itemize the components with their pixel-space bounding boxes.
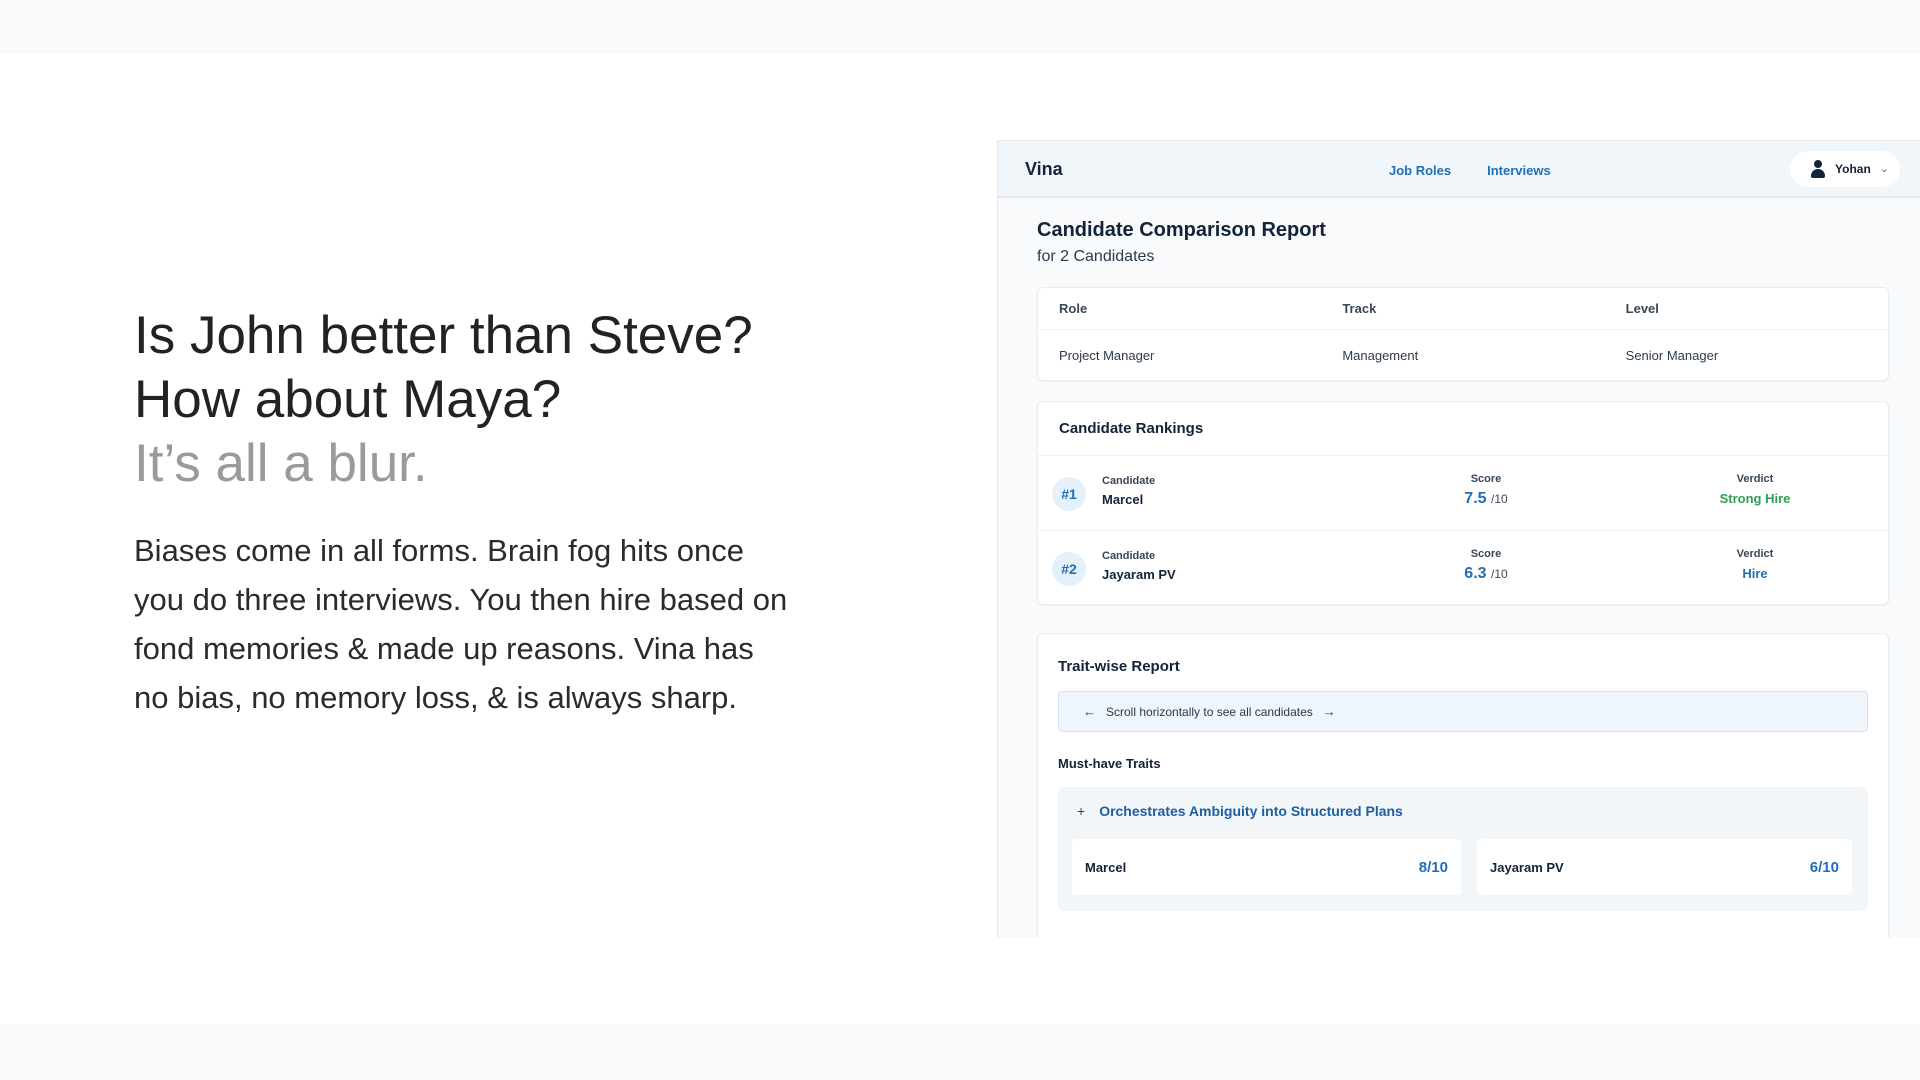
trait-score-card: Marcel 8/10 bbox=[1072, 839, 1461, 895]
level-value: Senior Manager bbox=[1625, 347, 1719, 363]
verdict-label: Verdict bbox=[1736, 473, 1774, 485]
track-value: Management bbox=[1342, 347, 1419, 363]
ranking-row[interactable]: #2 Candidate Jayaram PV Score 6.3 /10 Ve… bbox=[1038, 531, 1888, 606]
report-subtitle: for 2 Candidates bbox=[1037, 248, 1155, 265]
score-value: 7.5 bbox=[1464, 490, 1487, 507]
candidate-label: Candidate bbox=[1102, 550, 1156, 562]
candidate-label: Candidate bbox=[1102, 475, 1156, 487]
header-track: Track bbox=[1342, 301, 1377, 316]
brand-logo[interactable]: Vina bbox=[1025, 159, 1063, 180]
headline-line-1: Is John better than Steve? bbox=[134, 306, 753, 365]
top-nav: Vina Job Roles Interviews Yohan ⌄ bbox=[998, 141, 1920, 198]
nav-link-job-roles[interactable]: Job Roles bbox=[1389, 163, 1451, 178]
nav-links: Job Roles Interviews bbox=[1389, 163, 1551, 178]
headline-line-3: It’s all a blur. bbox=[134, 434, 428, 493]
trait-candidate-score: 6/10 bbox=[1809, 858, 1839, 876]
bottom-band bbox=[0, 1024, 1920, 1080]
must-have-traits-title: Must-have Traits bbox=[1058, 756, 1161, 771]
rank-badge: #2 bbox=[1052, 552, 1086, 586]
arrow-right-icon: → bbox=[1322, 704, 1336, 719]
score-label: Score bbox=[1470, 473, 1502, 485]
role-value: Project Manager bbox=[1059, 347, 1155, 363]
report-title: Candidate Comparison Report bbox=[1037, 219, 1326, 241]
score-label: Score bbox=[1470, 548, 1502, 560]
headline: Is John better than Steve? How about May… bbox=[134, 304, 794, 496]
app-screenshot: Vina Job Roles Interviews Yohan ⌄ Candid… bbox=[997, 140, 1920, 938]
verdict-value: Hire bbox=[1742, 566, 1768, 581]
score-value: 6.3 bbox=[1464, 565, 1487, 582]
rankings-title: Candidate Rankings bbox=[1038, 402, 1888, 456]
trait-expand-toggle[interactable]: + Orchestrates Ambiguity into Structured… bbox=[1077, 803, 1403, 819]
role-table-row: Project Manager Management Senior Manage… bbox=[1038, 330, 1888, 380]
rank-badge: #1 bbox=[1052, 477, 1086, 511]
score-out-of: /10 bbox=[1491, 492, 1508, 506]
marketing-copy: Is John better than Steve? How about May… bbox=[134, 304, 794, 722]
chevron-down-icon: ⌄ bbox=[1879, 162, 1889, 175]
candidate-rankings-card: Candidate Rankings #1 Candidate Marcel S… bbox=[1037, 401, 1889, 605]
body-text: Biases come in all forms. Brain fog hits… bbox=[134, 533, 788, 715]
role-table-header: Role Track Level bbox=[1038, 288, 1888, 330]
trait-score-card: Jayaram PV 6/10 bbox=[1477, 839, 1852, 895]
header-role: Role bbox=[1059, 301, 1088, 316]
top-band bbox=[0, 0, 1920, 54]
nav-link-interviews[interactable]: Interviews bbox=[1487, 163, 1551, 178]
verdict-value: Strong Hire bbox=[1719, 491, 1791, 506]
candidate-cell: Candidate Marcel bbox=[1102, 475, 1155, 507]
trait-report-card: Trait-wise Report ← Scroll horizontally … bbox=[1037, 633, 1889, 938]
score-out-of: /10 bbox=[1491, 567, 1508, 581]
trait-item: + Orchestrates Ambiguity into Structured… bbox=[1058, 787, 1868, 911]
user-name: Yohan bbox=[1835, 162, 1871, 176]
report-content: Candidate Comparison Report for 2 Candid… bbox=[1037, 219, 1889, 938]
role-summary-card: Role Track Level Project Manager Managem… bbox=[1037, 287, 1889, 381]
user-menu-button[interactable]: Yohan ⌄ bbox=[1790, 151, 1900, 187]
trait-candidate-score: 8/10 bbox=[1418, 858, 1448, 876]
verdict-cell: Verdict Strong Hire bbox=[1695, 473, 1815, 506]
verdict-label: Verdict bbox=[1736, 548, 1774, 560]
arrow-left-icon: ← bbox=[1083, 704, 1096, 719]
verdict-cell: Verdict Hire bbox=[1695, 548, 1815, 581]
scroll-hint-banner: ← Scroll horizontally to see all candida… bbox=[1058, 691, 1868, 732]
trait-candidate-name: Jayaram PV bbox=[1490, 859, 1564, 875]
candidate-cell: Candidate Jayaram PV bbox=[1102, 550, 1176, 582]
header-level: Level bbox=[1625, 301, 1659, 316]
scroll-hint-text: Scroll horizontally to see all candidate… bbox=[1106, 704, 1313, 719]
trait-name: Orchestrates Ambiguity into Structured P… bbox=[1099, 803, 1403, 819]
user-icon bbox=[1810, 160, 1826, 178]
score-cell: Score 7.5 /10 bbox=[1436, 473, 1536, 508]
trait-report-title: Trait-wise Report bbox=[1058, 658, 1180, 675]
score-cell: Score 6.3 /10 bbox=[1436, 548, 1536, 583]
ranking-row[interactable]: #1 Candidate Marcel Score 7.5 /10 Verdic… bbox=[1038, 456, 1888, 531]
candidate-name: Marcel bbox=[1102, 492, 1144, 507]
plus-icon: + bbox=[1077, 803, 1086, 819]
trait-candidate-name: Marcel bbox=[1085, 859, 1127, 875]
candidate-name: Jayaram PV bbox=[1102, 567, 1176, 582]
headline-line-2: How about Maya? bbox=[134, 370, 562, 429]
